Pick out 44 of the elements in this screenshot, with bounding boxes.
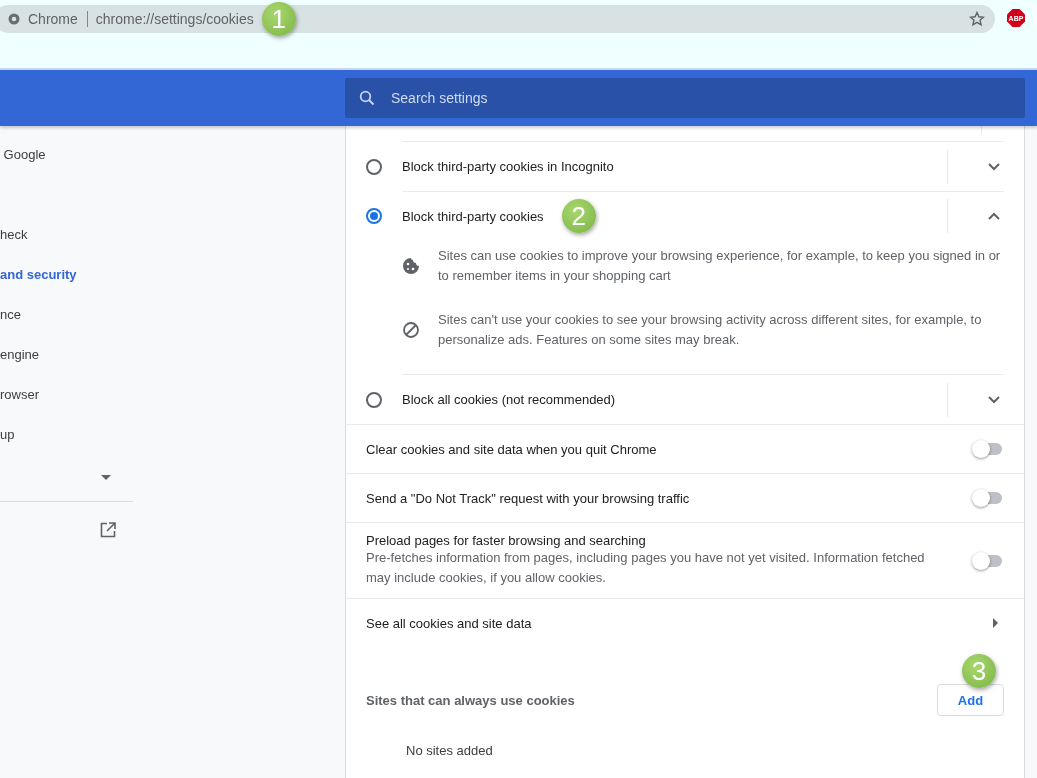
- sidebar-item[interactable]: nce: [0, 306, 21, 322]
- external-link-icon[interactable]: [100, 522, 116, 538]
- site-label: Chrome: [28, 11, 88, 27]
- link-label[interactable]: See all cookies and site data: [366, 615, 532, 631]
- empty-text: No sites added: [406, 743, 493, 758]
- chevron-down-icon[interactable]: [988, 395, 1000, 404]
- sidebar-item[interactable]: heck: [0, 226, 28, 242]
- option-label: Block all cookies (not recommended): [402, 392, 616, 407]
- toggle-switch[interactable]: [974, 492, 1002, 504]
- option-label: Block third-party cookies: [402, 208, 544, 224]
- cookie-icon: [402, 257, 420, 275]
- toggle-switch[interactable]: [974, 554, 1002, 567]
- radio-button[interactable]: [366, 158, 382, 175]
- address-bar[interactable]: Chrome chrome://settings/cookies 1: [0, 5, 995, 33]
- search-field[interactable]: Search settings: [345, 78, 1025, 118]
- url-text[interactable]: chrome://settings/cookies: [95, 11, 254, 27]
- section-title: Sites that can always use cookies: [366, 692, 575, 708]
- dropdown-caret-icon[interactable]: [101, 475, 111, 480]
- search-icon: [359, 90, 375, 106]
- detail-text: Sites can use cookies to improve your browsing experience, for example, to keep you signed in or to remember items in your shopping cart: [438, 247, 1002, 285]
- star-icon[interactable]: [969, 11, 985, 27]
- sidebar-item[interactable]: engine: [0, 346, 40, 362]
- toggle-switch[interactable]: [974, 443, 1002, 455]
- step-marker: 2: [561, 199, 596, 233]
- caret-right-icon[interactable]: [993, 618, 998, 628]
- sidebar-item[interactable]: Google: [0, 146, 46, 162]
- sidebar-item[interactable]: up: [0, 426, 15, 442]
- chevron-down-icon[interactable]: [988, 162, 1000, 171]
- setting-label: Clear cookies and site data when you quit Chrome: [366, 441, 658, 457]
- add-button[interactable]: Add: [937, 684, 1004, 716]
- setting-description: Pre-fetches information from pages, including pages you have not yet visited. Information fetched may include cookies, if you allow cookies.: [366, 549, 926, 587]
- radio-button[interactable]: [366, 391, 382, 408]
- setting-label: Send a "Do Not Track" request with your browsing traffic: [366, 490, 691, 506]
- radio-button[interactable]: [366, 207, 382, 224]
- sidebar-item[interactable]: and security: [0, 266, 77, 282]
- setting-label: Preload pages for faster browsing and searching: [366, 533, 647, 548]
- detail-text: Sites can't use your cookies to see your browsing activity across different sites, for example, to personalize ads. Features on some sites may break.: [438, 311, 983, 349]
- chevron-up-icon[interactable]: [988, 212, 1000, 220]
- option-label: Block third-party cookies in Incognito: [402, 159, 614, 174]
- sidebar-item[interactable]: rowser: [0, 386, 39, 402]
- block-icon: [402, 321, 420, 339]
- search-field[interactable]: Search settings: [389, 89, 1025, 107]
- step-marker: 3: [962, 654, 996, 688]
- step-marker: 1: [261, 2, 296, 36]
